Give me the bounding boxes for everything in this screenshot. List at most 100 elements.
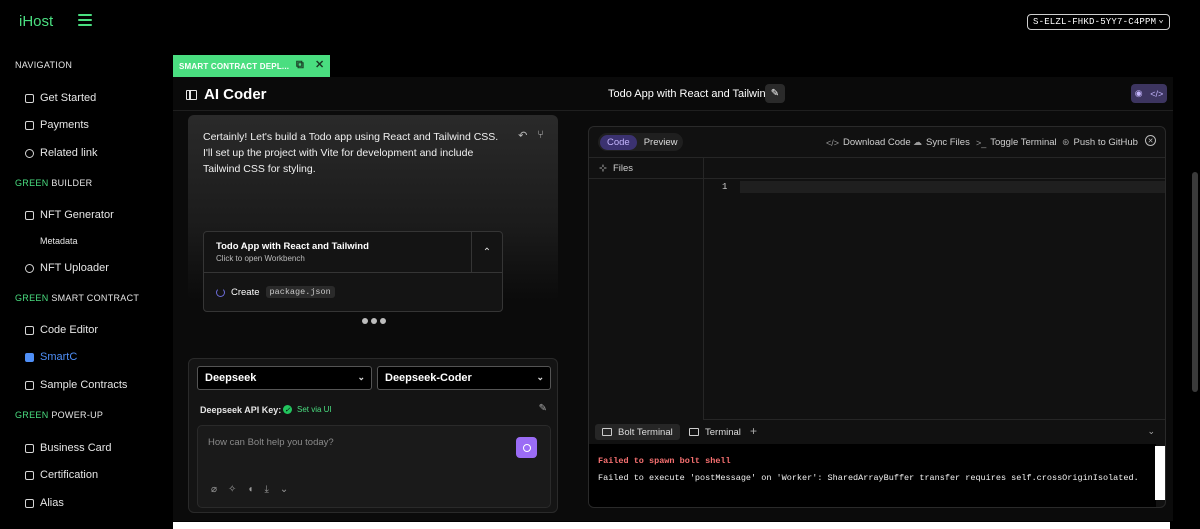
tab-preview[interactable]: Preview bbox=[637, 135, 685, 150]
sidebar-item-payments[interactable]: Payments bbox=[25, 119, 89, 131]
user-icon bbox=[25, 498, 34, 508]
artifact-card[interactable]: Todo App with React and Tailwind Click t… bbox=[203, 231, 503, 312]
terminal-output[interactable]: Failed to spawn bolt shell Failed to exe… bbox=[589, 444, 1156, 507]
code-icon: </> bbox=[826, 137, 840, 148]
copy-icon[interactable]: ⧉ bbox=[296, 59, 304, 72]
tab-terminal[interactable]: Terminal bbox=[682, 424, 748, 440]
chevron-down-icon: ⌄ bbox=[357, 372, 365, 382]
id-card-icon bbox=[25, 443, 34, 453]
sidebar-item-nft-generator[interactable]: NFT Generator bbox=[25, 209, 114, 221]
download-code-button[interactable]: </> Download Code bbox=[826, 137, 911, 148]
edit-api-key-icon[interactable]: ✎ bbox=[539, 403, 547, 414]
chevron-up-icon: ⌃ bbox=[482, 247, 492, 258]
loading-dots bbox=[362, 318, 386, 324]
project-title: Todo App with React and Tailwind bbox=[608, 88, 772, 100]
workbench-header: Code Preview </> Download Code ☁ Sync File… bbox=[589, 127, 1165, 158]
page-scrollbar[interactable] bbox=[1192, 172, 1198, 392]
main-panel: AI Coder Todo App with React and Tailwin… bbox=[173, 77, 1173, 521]
terminal-icon: >_ bbox=[976, 137, 987, 148]
sidebar-item-metadata[interactable]: Metadata bbox=[40, 236, 78, 246]
download-icon[interactable]: ⤓ bbox=[264, 484, 268, 495]
sidebar-item-get-started[interactable]: Get Started bbox=[25, 92, 96, 104]
document-icon bbox=[25, 210, 34, 220]
tree-icon: ⊹ bbox=[599, 162, 607, 174]
terminal-line: Failed to execute 'postMessage' on 'Work… bbox=[598, 473, 1139, 483]
upload-icon bbox=[25, 263, 34, 273]
bottom-strip bbox=[173, 522, 1170, 529]
sidebar-item-related-link[interactable]: Related link bbox=[25, 147, 97, 159]
code-editor[interactable]: 1 bbox=[704, 158, 1165, 420]
page-title: AI Coder bbox=[186, 86, 267, 103]
sidebar-item-nft-uploader[interactable]: NFT Uploader bbox=[25, 262, 109, 274]
send-icon bbox=[522, 443, 531, 452]
sidebar-item-certification[interactable]: Certification bbox=[25, 469, 98, 481]
sync-files-button[interactable]: ☁ Sync Files bbox=[913, 137, 970, 148]
sidebar-item-sample-contracts[interactable]: Sample Contracts bbox=[25, 379, 127, 391]
sidebar-item-code-editor[interactable]: Code Editor bbox=[25, 324, 98, 336]
enhance-icon[interactable]: ✧ bbox=[228, 484, 236, 495]
sidebar-toggle-icon[interactable] bbox=[186, 89, 197, 100]
pencil-icon: ✎ bbox=[770, 88, 780, 99]
line-number: 1 bbox=[722, 182, 728, 192]
code-icon[interactable]: </> bbox=[1150, 89, 1163, 99]
chevron-down-icon: ⌄ bbox=[1158, 15, 1164, 25]
assistant-message-text: Certainly! Let's build a Todo app using … bbox=[203, 131, 499, 175]
artifact-subtitle: Click to open Workbench bbox=[216, 254, 305, 263]
check-icon: ✓ bbox=[283, 405, 292, 414]
api-key-label: Deepseek API Key: bbox=[200, 405, 282, 415]
send-button[interactable] bbox=[516, 437, 537, 458]
artifact-title: Todo App with React and Tailwind bbox=[216, 241, 369, 252]
toggle-terminal-button[interactable]: >_ Toggle Terminal bbox=[976, 137, 1057, 148]
files-header: ⊹ Files bbox=[589, 158, 703, 179]
terminal-scrollbar[interactable] bbox=[1155, 446, 1165, 500]
fork-icon[interactable]: ⑂ bbox=[537, 129, 544, 142]
chevron-down-icon[interactable]: ⌄ bbox=[1147, 426, 1155, 437]
edit-title-button[interactable]: ✎ bbox=[765, 84, 785, 103]
undo-icon[interactable]: ↶ bbox=[518, 129, 527, 142]
microphone-icon[interactable]: ◖ bbox=[247, 484, 253, 495]
attach-icon[interactable]: ⌀ bbox=[211, 484, 217, 495]
chevron-down-icon: ⌄ bbox=[536, 372, 544, 382]
sidebar: iHost NAVIGATION Get Started Payments Re… bbox=[0, 0, 170, 529]
provider-select[interactable]: Deepseek ⌄ bbox=[197, 366, 372, 390]
model-select[interactable]: Deepseek-Coder ⌄ bbox=[377, 366, 551, 390]
tab-code[interactable]: Code bbox=[600, 134, 637, 150]
prompt-input[interactable]: How can Bolt help you today? ⌀ ✧ ◖ ⤓ ⌄ bbox=[197, 425, 551, 508]
file-tree: ⊹ Files bbox=[589, 158, 704, 420]
push-to-github-button[interactable]: ⊛ Push to GitHub bbox=[1062, 137, 1138, 148]
sidebar-item-alias[interactable]: Alias bbox=[25, 497, 64, 509]
terminal-icon bbox=[25, 352, 34, 362]
section-smart-contract: GREEN SMART CONTRACT bbox=[15, 293, 140, 303]
close-icon: ✕ bbox=[1147, 137, 1154, 145]
app-logo[interactable]: iHost bbox=[19, 13, 53, 30]
section-navigation: NAVIGATION bbox=[15, 60, 73, 70]
terminal-tabs: Bolt Terminal Terminal + ⌄ bbox=[589, 420, 1165, 444]
certificate-icon bbox=[25, 470, 34, 480]
terminal-line: Failed to spawn bolt shell bbox=[598, 456, 731, 466]
view-toggle[interactable]: ◉ </> bbox=[1131, 84, 1167, 103]
wallet-selector[interactable]: S-ELZL-FHKD-5YY7-C4PPM ⌄ bbox=[1027, 14, 1170, 30]
card-icon bbox=[25, 120, 34, 130]
assistant-message: Certainly! Let's build a Todo app using … bbox=[188, 115, 558, 312]
terminal-icon bbox=[602, 428, 612, 436]
palette-icon[interactable]: ◉ bbox=[1135, 88, 1143, 99]
add-terminal-icon[interactable]: + bbox=[750, 424, 757, 438]
sidebar-item-smartc[interactable]: SmartC bbox=[25, 351, 77, 363]
tab-smart-contract-deploy[interactable]: SMART CONTRACT DEPL... ⧉ ✕ bbox=[173, 55, 330, 77]
close-icon[interactable]: ✕ bbox=[315, 58, 324, 71]
spinner-icon bbox=[216, 287, 225, 297]
close-workbench-button[interactable]: ✕ bbox=[1145, 135, 1156, 146]
tab-bolt-terminal[interactable]: Bolt Terminal bbox=[595, 424, 680, 440]
prompt-placeholder: How can Bolt help you today? bbox=[208, 437, 334, 448]
cloud-icon: ☁ bbox=[913, 137, 922, 147]
grid-icon bbox=[25, 93, 34, 103]
terminal-icon bbox=[689, 428, 699, 436]
workbench-tabs: Code Preview bbox=[598, 133, 683, 151]
terminal-icon bbox=[25, 325, 34, 335]
api-key-status: ✓ Set via UI bbox=[283, 405, 332, 414]
menu-icon[interactable] bbox=[78, 14, 92, 26]
artifact-collapse-button[interactable]: ⌃ bbox=[471, 232, 502, 273]
sidebar-item-business-card[interactable]: Business Card bbox=[25, 442, 112, 454]
section-builder: GREEN BUILDER bbox=[15, 178, 93, 188]
chevron-down-icon[interactable]: ⌄ bbox=[280, 484, 288, 495]
